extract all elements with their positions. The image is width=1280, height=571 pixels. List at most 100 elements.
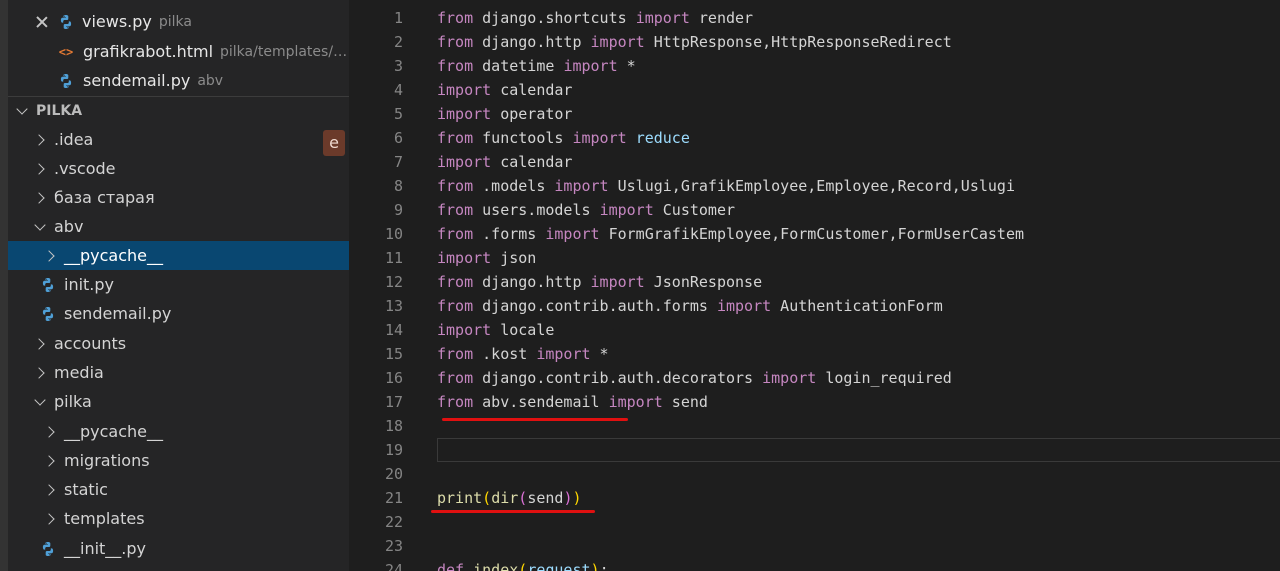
- open-editor-sendemail[interactable]: sendemail.py abv: [8, 66, 349, 95]
- code-token: operator: [491, 105, 573, 123]
- line-number: 8: [393, 177, 403, 195]
- code-line[interactable]: 6 from functools import reduce: [349, 126, 1280, 150]
- code-token: import: [554, 177, 609, 195]
- tree-item-label: migrations: [64, 451, 150, 470]
- code-line[interactable]: 1 from django.shortcuts import render: [349, 6, 1280, 30]
- line-number: 14: [384, 321, 403, 339]
- code-text: import locale: [437, 318, 554, 342]
- code-line[interactable]: 8 from .models import Uslugi,GrafikEmploy…: [349, 174, 1280, 198]
- code-text: def index(request):: [437, 558, 609, 571]
- tree-folder-pilka-pycache[interactable]: __pycache__: [8, 417, 349, 446]
- tree-item-label: .vscode: [54, 159, 116, 178]
- tree-folder-static[interactable]: static: [8, 475, 349, 504]
- open-editor-views[interactable]: views.py pilka: [8, 7, 349, 36]
- chevron-right-icon: [42, 511, 58, 527]
- code-line[interactable]: 11 import json: [349, 246, 1280, 270]
- code-text: from datetime import *: [437, 54, 636, 78]
- chevron-right-icon: [42, 482, 58, 498]
- code-token: from: [437, 345, 483, 363]
- python-icon: [40, 541, 56, 557]
- code-line[interactable]: 16 from django.contrib.auth.decorators im…: [349, 366, 1280, 390]
- code-token: import: [536, 345, 591, 363]
- line-number: 16: [384, 369, 403, 387]
- code-line[interactable]: 9 from users.models import Customer: [349, 198, 1280, 222]
- tree-folder-accounts[interactable]: accounts: [8, 329, 349, 358]
- code-line[interactable]: 2 from django.http import HttpResponse,Ht…: [349, 30, 1280, 54]
- code-line[interactable]: 23: [349, 534, 1280, 558]
- code-line[interactable]: 5 import operator: [349, 102, 1280, 126]
- code-token: from: [437, 393, 483, 411]
- code-line[interactable]: 12 from django.http import JsonResponse: [349, 270, 1280, 294]
- code-token: import: [437, 321, 492, 339]
- tree-file-sendemail[interactable]: sendemail.py: [8, 299, 349, 328]
- code-token: django.contrib.auth.forms: [482, 297, 717, 315]
- code-line[interactable]: 3 from datetime import *: [349, 54, 1280, 78]
- code-text: from django.contrib.auth.forms import Au…: [437, 294, 943, 318]
- code-token: from: [437, 33, 483, 51]
- code-line[interactable]: 7 import calendar: [349, 150, 1280, 174]
- tree-item-label: база старая: [54, 188, 155, 207]
- chevron-down-icon: [14, 103, 30, 119]
- code-token: datetime: [482, 57, 564, 75]
- explorer-section-header[interactable]: PILKA: [8, 96, 349, 125]
- code-text: from abv.sendemail import send: [437, 390, 708, 414]
- code-token: HttpResponse,HttpResponseRedirect: [644, 33, 952, 51]
- chevron-down-icon: [32, 394, 48, 410]
- code-line[interactable]: 15 from .kost import *: [349, 342, 1280, 366]
- tree-folder-abv-pycache[interactable]: __pycache__: [8, 241, 349, 270]
- line-number: 18: [384, 417, 403, 435]
- code-line[interactable]: 22: [349, 510, 1280, 534]
- code-token: from: [437, 129, 483, 147]
- line-number: 9: [393, 201, 403, 219]
- tree-file-dunder-init[interactable]: __init__.py: [8, 534, 349, 563]
- code-token: django.contrib.auth.decorators: [482, 369, 763, 387]
- code-editor[interactable]: 1 from django.shortcuts import render 2 fro…: [349, 0, 1280, 571]
- code-token: import: [572, 129, 627, 147]
- close-icon[interactable]: [34, 14, 50, 30]
- explorer-title: PILKA: [36, 103, 83, 119]
- sidebar-edge: [0, 0, 8, 571]
- code-line[interactable]: 14 import locale: [349, 318, 1280, 342]
- tree-item-label: __init__.py: [64, 539, 147, 558]
- tree-item-label: static: [64, 480, 108, 499]
- code-token: (: [518, 561, 528, 571]
- tree-item-label: accounts: [54, 334, 127, 353]
- tree-folder-baza-staraya[interactable]: база старая: [8, 183, 349, 212]
- code-line[interactable]: 19: [349, 438, 1280, 462]
- tree-folder-pilka[interactable]: pilka: [8, 387, 349, 416]
- tree-file-init[interactable]: init.py: [8, 270, 349, 299]
- tree-folder-vscode[interactable]: .vscode: [8, 154, 349, 183]
- code-token: from: [437, 177, 483, 195]
- code-line[interactable]: 20: [349, 462, 1280, 486]
- code-token: users.models: [482, 201, 600, 219]
- tree-folder-templates[interactable]: templates: [8, 504, 349, 533]
- code-line[interactable]: 24 def index(request):: [349, 558, 1280, 571]
- tree-item-label: abv: [54, 217, 84, 236]
- line-number: 5: [393, 105, 403, 123]
- code-token: import: [437, 105, 492, 123]
- code-token: ): [572, 489, 582, 507]
- code-token: login_required: [816, 369, 952, 387]
- code-token: render: [689, 9, 754, 27]
- line-number: 22: [384, 513, 403, 531]
- tree-folder-abv[interactable]: abv: [8, 212, 349, 241]
- code-token: import: [599, 201, 654, 219]
- tree-folder-media[interactable]: media: [8, 358, 349, 387]
- code-line[interactable]: 13 from django.contrib.auth.forms import …: [349, 294, 1280, 318]
- tree-folder-idea[interactable]: .idea: [8, 125, 349, 154]
- chevron-right-icon: [42, 248, 58, 264]
- open-editor-grafikrabot[interactable]: <> grafikrabot.html pilka/templates/p...: [8, 37, 349, 66]
- red-annotation-underline: [431, 510, 595, 513]
- code-token: django.http: [482, 273, 591, 291]
- code-token: import: [635, 9, 690, 27]
- code-token: import: [590, 33, 645, 51]
- code-line[interactable]: 4 import calendar: [349, 78, 1280, 102]
- tree-folder-migrations[interactable]: migrations: [8, 446, 349, 475]
- code-text: import json: [437, 246, 536, 270]
- code-line[interactable]: 21 print(dir(send)): [349, 486, 1280, 510]
- line-number: 24: [384, 561, 403, 571]
- code-line[interactable]: 10 from .forms import FormGrafikEmployee,…: [349, 222, 1280, 246]
- line-number: 10: [384, 225, 403, 243]
- red-annotation-underline: [442, 418, 628, 421]
- code-line[interactable]: 17 from abv.sendemail import send: [349, 390, 1280, 414]
